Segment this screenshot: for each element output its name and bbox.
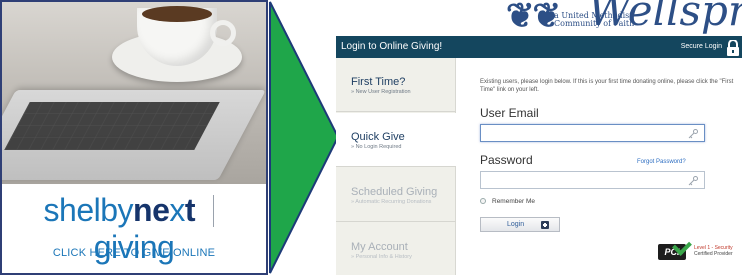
login-header-bar: Login to Online Giving! Secure Login xyxy=(336,36,742,58)
pci-text: Level 1 - Security Certified Provider xyxy=(694,245,733,257)
email-field[interactable] xyxy=(480,124,705,142)
laptop-keyboard xyxy=(4,102,220,150)
sidebar-item-title: First Time? xyxy=(351,76,406,88)
screenshot-root: shelbynext giving CLICK HERE TO GIVE ONL… xyxy=(0,0,742,275)
login-button-label: Login xyxy=(507,221,525,228)
logo-tagline-line2: Community of Faith xyxy=(554,19,635,28)
brand-next-ne: ne xyxy=(133,192,170,228)
giving-sidebar: First Time? » New User Registration Quic… xyxy=(336,58,456,275)
give-online-promo[interactable]: shelbynext giving CLICK HERE TO GIVE ONL… xyxy=(0,0,268,275)
remember-me-label: Remember Me xyxy=(492,198,535,205)
wellspring-mark-icon: ❦❦ xyxy=(506,0,561,36)
password-field[interactable] xyxy=(480,171,705,189)
sidebar-item-title: Quick Give xyxy=(351,131,405,143)
sidebar-item-my-account[interactable]: My Account » Personal Info & History xyxy=(336,223,456,275)
brand-divider xyxy=(213,195,215,227)
brand-next-x: x xyxy=(169,192,185,228)
coffee xyxy=(142,6,212,22)
sidebar-item-subtitle: » No Login Required xyxy=(351,144,402,150)
login-button[interactable]: Login xyxy=(480,217,560,232)
page-title: Login to Online Giving! xyxy=(341,41,443,52)
give-online-link[interactable]: CLICK HERE TO GIVE ONLINE xyxy=(2,247,266,259)
lock-icon xyxy=(727,40,739,56)
pci-certified: Certified Provider xyxy=(694,251,733,257)
shelbynext-giving-logo: shelbynext giving xyxy=(2,192,266,265)
remember-me-checkbox[interactable] xyxy=(480,198,486,204)
sidebar-item-scheduled-giving[interactable]: Scheduled Giving » Automatic Recurring D… xyxy=(336,168,456,222)
logo-tagline: a United Methodist Community of Faith xyxy=(554,12,634,28)
login-instructions: Existing users, please login below. If t… xyxy=(480,79,734,93)
login-form: Existing users, please login below. If t… xyxy=(457,58,742,275)
email-label: User Email xyxy=(480,106,539,120)
sidebar-item-title: Scheduled Giving xyxy=(351,186,438,198)
key-icon xyxy=(688,176,698,186)
coffee-laptop-photo xyxy=(2,2,266,184)
brand-shelby: shelby xyxy=(43,192,134,228)
sidebar-item-subtitle: » Personal Info & History xyxy=(351,254,412,260)
sidebar-item-subtitle: » New User Registration xyxy=(351,89,411,95)
pci-compliance-badge: PCI Level 1 - Security Certified Provide… xyxy=(658,236,740,264)
cup-handle xyxy=(210,20,236,46)
church-logo: ❦❦ Wellspring a United Methodist Communi… xyxy=(336,0,742,36)
plus-icon xyxy=(541,221,549,229)
brand-next-t: t xyxy=(184,192,196,228)
secure-login-label: Secure Login xyxy=(680,43,722,50)
remember-me[interactable]: Remember Me xyxy=(480,198,535,205)
online-giving-app: ❦❦ Wellspring a United Methodist Communi… xyxy=(336,0,742,275)
forgot-password-link[interactable]: Forgot Password? xyxy=(637,159,686,165)
sidebar-item-subtitle: » Automatic Recurring Donations xyxy=(351,199,432,205)
password-label: Password xyxy=(480,153,533,167)
key-icon xyxy=(688,129,698,139)
sidebar-item-quick-give[interactable]: Quick Give » No Login Required xyxy=(336,113,456,167)
sidebar-item-first-time[interactable]: First Time? » New User Registration xyxy=(336,58,456,112)
sidebar-item-title: My Account xyxy=(351,241,408,253)
